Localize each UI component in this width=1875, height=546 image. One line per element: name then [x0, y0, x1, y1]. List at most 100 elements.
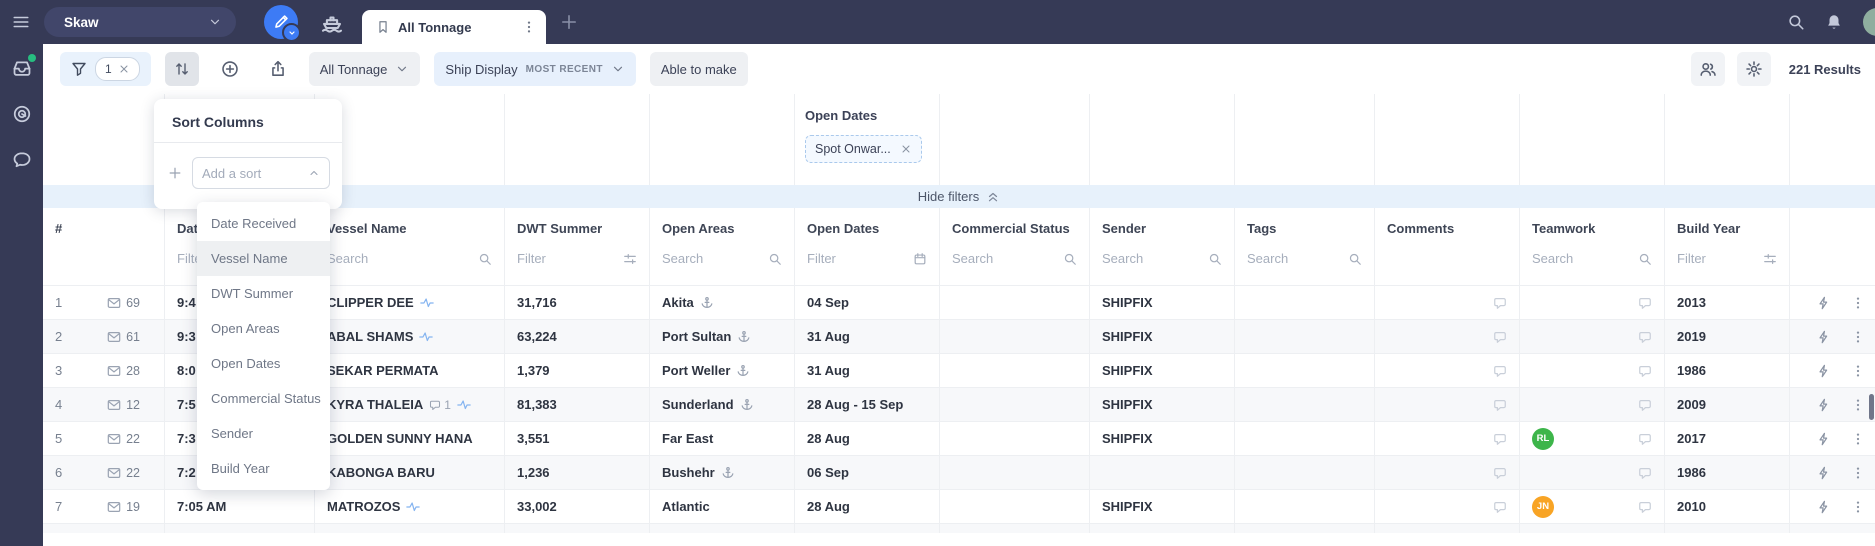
add-comment-icon[interactable]: [1493, 330, 1507, 344]
quick-action-icon[interactable]: [1817, 500, 1831, 514]
add-sort-plus-icon[interactable]: [168, 166, 182, 180]
compose-dropdown-badge[interactable]: [282, 23, 301, 42]
add-comment-icon[interactable]: [1493, 432, 1507, 446]
quick-action-icon[interactable]: [1817, 432, 1831, 446]
search-icon[interactable]: [1063, 252, 1077, 266]
sliders-icon[interactable]: [623, 252, 637, 266]
row-menu-icon[interactable]: [1851, 500, 1865, 514]
sort-option-date-received[interactable]: Date Received: [197, 206, 330, 241]
column-header-teamwork[interactable]: Teamwork Search: [1520, 208, 1665, 285]
column-header-commercial-status[interactable]: Commercial Status Search: [940, 208, 1090, 285]
add-comment-icon[interactable]: [1493, 466, 1507, 480]
filters-button[interactable]: 1: [60, 52, 151, 86]
quick-action-icon[interactable]: [1817, 330, 1831, 344]
column-filter-input[interactable]: Filter: [1677, 251, 1777, 266]
vessel-comment-count[interactable]: 1: [429, 398, 451, 412]
row-menu-icon[interactable]: [1851, 364, 1865, 378]
sort-option-sender[interactable]: Sender: [197, 416, 330, 451]
add-teamwork-comment-icon[interactable]: [1638, 466, 1652, 480]
filter-count-pill[interactable]: 1: [95, 57, 140, 81]
add-comment-icon[interactable]: [1493, 296, 1507, 310]
column-header-open-dates[interactable]: Open Dates Filter: [795, 208, 940, 285]
sort-option-open-areas[interactable]: Open Areas: [197, 311, 330, 346]
table-row[interactable]: 7 19 7:05 AM MATROZOS 33,002 Atlantic 28 Aug SH…: [43, 490, 1875, 524]
sort-option-open-dates[interactable]: Open Dates: [197, 346, 330, 381]
activity-pulse-icon[interactable]: [419, 296, 434, 310]
column-filter-input[interactable]: Search: [662, 251, 782, 266]
view-dropdown[interactable]: All Tonnage: [308, 52, 421, 86]
tab-all-tonnage[interactable]: All Tonnage: [362, 10, 546, 44]
add-sort-select[interactable]: Add a sort: [192, 157, 330, 189]
column-filter-input[interactable]: Filter: [807, 251, 927, 266]
teamwork-avatar-badge[interactable]: JN: [1532, 495, 1554, 518]
sort-option-build-year[interactable]: Build Year: [197, 451, 330, 486]
quick-action-icon[interactable]: [1817, 296, 1831, 310]
ship-display-dropdown[interactable]: Ship Display MOST RECENT: [434, 52, 636, 86]
compose-button[interactable]: [264, 5, 301, 42]
ship-icon[interactable]: [320, 10, 344, 34]
column-filter-input[interactable]: Search: [327, 251, 492, 266]
column-filter-input[interactable]: Search: [1532, 251, 1652, 266]
quick-action-icon[interactable]: [1817, 466, 1831, 480]
search-icon[interactable]: [1208, 252, 1222, 266]
team-button[interactable]: [1690, 52, 1725, 86]
row-menu-icon[interactable]: [1851, 296, 1865, 310]
vertical-scrollbar[interactable]: [1869, 394, 1874, 420]
quick-action-icon[interactable]: [1817, 398, 1831, 412]
tab-menu-icon[interactable]: [522, 20, 536, 34]
search-icon[interactable]: [768, 252, 782, 266]
search-icon[interactable]: [1787, 13, 1805, 31]
column-header-sender[interactable]: Sender Search: [1090, 208, 1235, 285]
column-header-vessel-name[interactable]: Vessel Name Search: [315, 208, 505, 285]
clear-filter-icon[interactable]: [118, 63, 130, 75]
settings-button[interactable]: [1736, 52, 1771, 86]
add-teamwork-comment-icon[interactable]: [1638, 296, 1652, 310]
column-filter-input[interactable]: Search: [1247, 251, 1362, 266]
remove-filter-icon[interactable]: [900, 143, 912, 155]
column-header-open-areas[interactable]: Open Areas Search: [650, 208, 795, 285]
column-header-dwt-summer[interactable]: DWT Summer Filter: [505, 208, 650, 285]
add-button[interactable]: [213, 52, 247, 86]
bell-icon[interactable]: [1825, 13, 1843, 31]
column-header-blank[interactable]: [1790, 208, 1875, 285]
row-menu-icon[interactable]: [1851, 330, 1865, 344]
hamburger-menu-icon[interactable]: [12, 13, 30, 31]
activity-pulse-icon[interactable]: [419, 330, 434, 344]
search-icon[interactable]: [478, 252, 492, 266]
add-teamwork-comment-icon[interactable]: [1638, 432, 1652, 446]
sort-option-commercial-status[interactable]: Commercial Status: [197, 381, 330, 416]
open-dates-filter-chip[interactable]: Spot Onwar...: [805, 135, 922, 163]
row-menu-icon[interactable]: [1851, 398, 1865, 412]
add-comment-icon[interactable]: [1493, 398, 1507, 412]
column-header-tags[interactable]: Tags Search: [1235, 208, 1375, 285]
new-tab-icon[interactable]: [560, 13, 578, 31]
search-icon[interactable]: [1348, 252, 1362, 266]
search-icon[interactable]: [1638, 252, 1652, 266]
share-button[interactable]: [261, 52, 295, 86]
market-icon[interactable]: [12, 104, 32, 124]
add-teamwork-comment-icon[interactable]: [1638, 398, 1652, 412]
add-teamwork-comment-icon[interactable]: [1638, 500, 1652, 514]
able-to-make-button[interactable]: Able to make: [649, 52, 748, 86]
activity-pulse-icon[interactable]: [406, 500, 421, 514]
column-filter-input[interactable]: Search: [1102, 251, 1222, 266]
teamwork-avatar-badge[interactable]: RL: [1532, 427, 1554, 450]
add-comment-icon[interactable]: [1493, 500, 1507, 514]
column-filter-input[interactable]: Filter: [517, 251, 637, 266]
column-header-build-year[interactable]: Build Year Filter: [1665, 208, 1790, 285]
add-teamwork-comment-icon[interactable]: [1638, 364, 1652, 378]
calendar-icon[interactable]: [913, 252, 927, 266]
sort-button[interactable]: [164, 52, 199, 86]
add-teamwork-comment-icon[interactable]: [1638, 330, 1652, 344]
add-comment-icon[interactable]: [1493, 364, 1507, 378]
sort-option-vessel-name[interactable]: Vessel Name: [197, 241, 330, 276]
sliders-icon[interactable]: [1763, 252, 1777, 266]
chat-icon[interactable]: [12, 150, 32, 170]
inbox-icon[interactable]: [12, 54, 36, 78]
column-filter-input[interactable]: Search: [952, 251, 1077, 266]
column-header-comments[interactable]: Comments: [1375, 208, 1520, 285]
row-menu-icon[interactable]: [1851, 466, 1865, 480]
avatar[interactable]: [1863, 8, 1875, 36]
row-menu-icon[interactable]: [1851, 432, 1865, 446]
column-header-blank[interactable]: #: [43, 208, 165, 285]
